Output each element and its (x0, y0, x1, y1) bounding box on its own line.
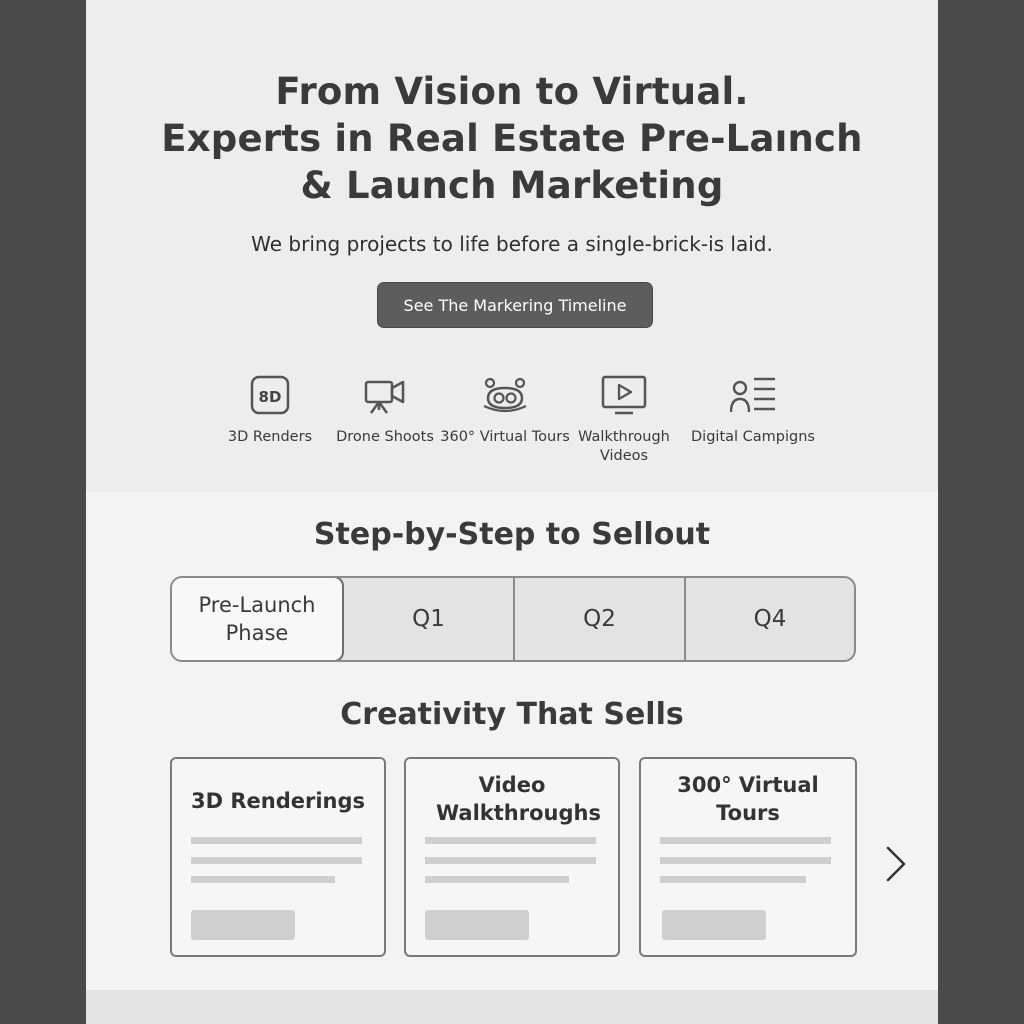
service-label: 360° Virtual Tours (440, 429, 570, 445)
page: From Vision to Virtual. Experts in Real … (86, 0, 938, 1024)
card-text-placeholder (425, 876, 569, 883)
service-drone-shoots[interactable]: Drone Shoots (320, 372, 450, 447)
card-3d-renderings[interactable]: 3D Renderings (170, 757, 386, 957)
hero-title-line-3: & Launch Marketing (300, 164, 724, 207)
card-title: Video Walkthroughs (436, 773, 601, 825)
vr-headset-icon (483, 377, 527, 413)
creativity-title: Creativity That Sells (340, 697, 684, 732)
timeline-tabs: Q1 Q2 Q4 Pre-Launch Phase (170, 576, 856, 662)
card-text-placeholder (660, 876, 806, 883)
service-label: 3D Renders (227, 429, 313, 445)
tab-pre-launch-label: Pre-Launch Phase (198, 593, 316, 645)
service-virtual-tours[interactable]: 360° Virtual Tours (440, 372, 570, 447)
tab-q2[interactable]: Q2 (515, 578, 684, 660)
card-text-placeholder (660, 837, 831, 844)
video-play-icon (601, 375, 647, 415)
card-text-placeholder (425, 837, 596, 844)
tab-q1[interactable]: Q1 (344, 578, 513, 660)
chevron-right-icon[interactable] (882, 842, 912, 886)
service-label: Drone Shoots (336, 429, 434, 445)
hero-subtitle: We bring projects to life before a singl… (251, 232, 773, 256)
card-text-placeholder (660, 857, 831, 864)
card-action-placeholder[interactable] (425, 910, 529, 940)
camera-icon (364, 380, 405, 414)
tab-pre-launch-phase[interactable]: Pre-Launch Phase (172, 578, 344, 660)
card-text-placeholder (425, 857, 596, 864)
tab-q4[interactable]: Q4 (686, 578, 854, 660)
service-walkthrough-videos[interactable]: Walkthrough Videos (559, 372, 689, 466)
card-title: 300° Virtual Tours (677, 773, 819, 825)
card-text-placeholder (191, 837, 362, 844)
card-action-placeholder[interactable] (191, 910, 295, 940)
marketing-timeline-button[interactable]: See The Markering Timeline (377, 282, 653, 328)
card-text-placeholder (191, 876, 335, 883)
audience-list-icon (730, 377, 775, 413)
hero-title-line-2: Experts in Real Estate Pre-Laınch (161, 117, 863, 160)
3d-icon: 8D (250, 375, 290, 415)
services-row: 8D 3D Renders Drone Shoots 360° Virtual … (86, 372, 938, 472)
hero-title: From Vision to Virtual. Experts in Real … (86, 68, 938, 209)
service-digital-campaigns[interactable]: Digital Campigns (688, 372, 818, 447)
hero-section: From Vision to Virtual. Experts in Real … (86, 0, 938, 492)
card-action-placeholder[interactable] (662, 910, 766, 940)
next-section-band (86, 990, 938, 1024)
card-text-placeholder (191, 857, 362, 864)
service-label: Digital Campigns (691, 429, 815, 445)
hero-title-line-1: From Vision to Virtual. (275, 70, 749, 113)
card-title: 3D Renderings (190, 789, 366, 813)
service-3d-renders[interactable]: 8D 3D Renders (205, 372, 335, 447)
timeline-title: Step-by-Step to Sellout (313, 517, 711, 552)
card-virtual-tours[interactable]: 300° Virtual Tours (639, 757, 857, 957)
service-label: Walkthrough Videos (578, 429, 670, 464)
card-video-walkthroughs[interactable]: Video Walkthroughs (404, 757, 620, 957)
3d-icon-badge: 8D (259, 388, 282, 406)
